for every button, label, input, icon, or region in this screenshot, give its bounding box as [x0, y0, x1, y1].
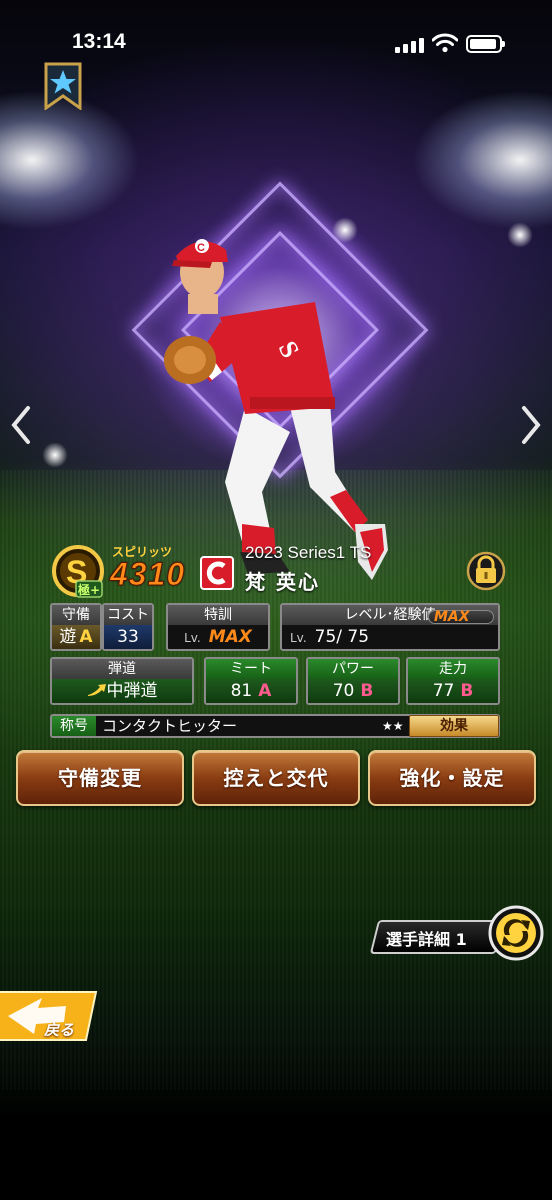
- refresh-icon[interactable]: [488, 905, 544, 961]
- player-card-screen: 13:14 S C S 極+ スピリッツ 4310 2023 Series1 T…: [0, 0, 552, 1200]
- status-bar: 13:14: [0, 0, 552, 90]
- title-value: コンタクトヒッター: [102, 717, 238, 735]
- training-box: 特訓 Lv. MAX: [166, 603, 270, 651]
- previous-player-arrow-icon[interactable]: [6, 400, 36, 450]
- trajectory-box: 弾道 中弾道: [50, 657, 194, 705]
- level-value: Lv. 75/ 75 MAX: [282, 609, 498, 649]
- exp-max-label: MAX: [434, 609, 470, 625]
- lock-icon[interactable]: [466, 551, 506, 591]
- enhance-settings-button[interactable]: 強化・設定: [368, 750, 536, 806]
- back-label[interactable]: 戻る: [44, 1019, 74, 1040]
- title-stars: ★★: [382, 719, 404, 733]
- training-lv-label: Lv.: [184, 631, 201, 645]
- wifi-icon: [432, 33, 458, 53]
- training-value: Lv. MAX: [168, 625, 268, 649]
- power-box: パワー 70 B: [306, 657, 400, 705]
- sparkle: [505, 220, 535, 250]
- meet-number: 81: [230, 681, 253, 701]
- defense-change-button[interactable]: 守備変更: [16, 750, 184, 806]
- speed-header: 走力: [408, 659, 498, 679]
- level-number: 75/ 75: [314, 627, 370, 647]
- next-player-arrow-icon[interactable]: [516, 400, 546, 450]
- training-max: MAX: [208, 627, 252, 647]
- meet-box: ミート 81 A: [204, 657, 298, 705]
- defense-value: 遊A: [52, 625, 100, 649]
- svg-text:極+: 極+: [78, 582, 100, 597]
- trajectory-text: 中弾道: [106, 681, 158, 701]
- s-rank-badge-icon: S 極+: [52, 545, 104, 598]
- meet-header: ミート: [206, 659, 296, 679]
- training-header: 特訓: [168, 605, 268, 625]
- defense-position: 遊: [59, 627, 77, 647]
- power-number: 70: [332, 681, 355, 701]
- team-logo-icon: [200, 556, 234, 590]
- spirits-value: 4310: [109, 556, 186, 593]
- defense-box: 守備 遊A: [50, 603, 102, 651]
- power-value: 70 B: [308, 679, 398, 703]
- speed-number: 77: [432, 681, 455, 701]
- trajectory-value: 中弾道: [52, 679, 192, 703]
- meet-grade: A: [258, 681, 272, 701]
- title-label: 称号: [52, 716, 96, 736]
- status-time: 13:14: [72, 30, 126, 53]
- trajectory-arrow-icon: [87, 684, 106, 696]
- power-grade: B: [360, 681, 374, 701]
- level-box: レベル･経験値 Lv. 75/ 75 MAX: [280, 603, 500, 651]
- svg-text:C: C: [197, 242, 205, 254]
- speed-box: 走力 77 B: [406, 657, 500, 705]
- defense-header: 守備: [52, 605, 100, 625]
- favorite-star-bookmark-icon[interactable]: [44, 62, 82, 110]
- player-portrait-image: S C: [164, 239, 388, 580]
- defense-grade: A: [79, 627, 93, 647]
- cost-header: コスト: [104, 605, 152, 625]
- sparkle: [40, 440, 70, 470]
- meet-value: 81 A: [206, 679, 296, 703]
- speed-grade: B: [460, 681, 474, 701]
- cost-value: 33: [104, 625, 152, 649]
- cost-box: コスト 33: [102, 603, 154, 651]
- level-lv-label: Lv.: [290, 631, 307, 645]
- effect-button[interactable]: 効果: [409, 715, 499, 737]
- power-header: パワー: [308, 659, 398, 679]
- trajectory-header: 弾道: [52, 659, 192, 679]
- player-detail-label[interactable]: 選手詳細 1: [386, 926, 467, 950]
- speed-value: 77 B: [408, 679, 498, 703]
- series-label: 2023 Series1 TS: [245, 543, 372, 562]
- bench-swap-button[interactable]: 控えと交代: [192, 750, 360, 806]
- player-name: 梵 英心: [245, 570, 320, 594]
- title-row: 称号 コンタクトヒッター ★★ 効果: [50, 714, 500, 738]
- battery-icon: [466, 35, 505, 53]
- cellular-signal-icon: [395, 37, 427, 53]
